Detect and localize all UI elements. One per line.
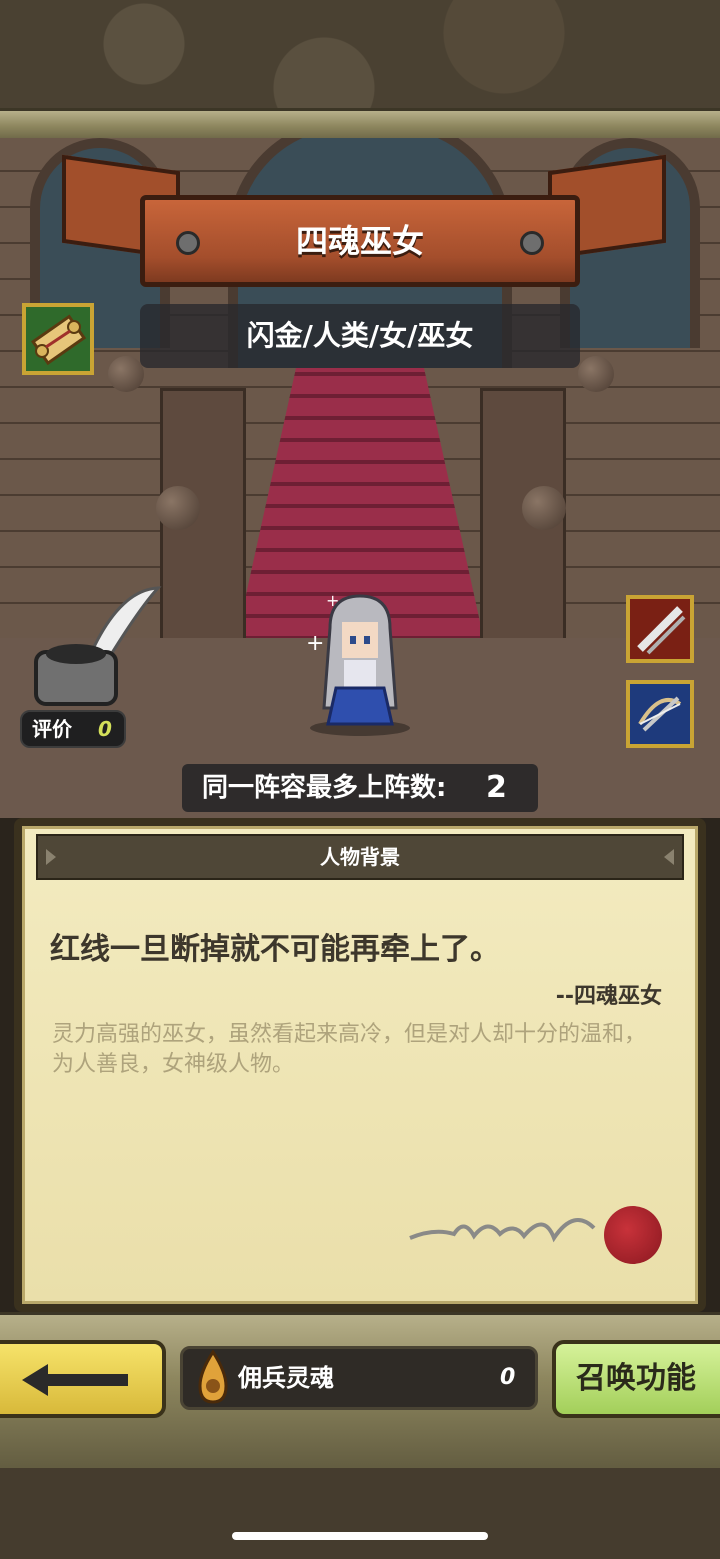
hero-description: 灵力高强的巫女，虽然看起来高冷，但是对人却十分的温和，为人善良，女神级人物。 — [52, 1022, 647, 1077]
lore-scroll-button[interactable] — [22, 303, 94, 375]
quote-author: --四魂巫女 — [555, 984, 662, 1009]
hero-sprite: + + — [306, 591, 410, 736]
svg-text:+: + — [306, 631, 324, 656]
rating-label: 评价 — [32, 717, 72, 741]
deploy-limit-value: 2 — [486, 770, 507, 805]
soul-currency-value: 0 — [500, 1365, 516, 1390]
quill-inkwell-icon — [34, 586, 162, 706]
rail-post-right — [522, 486, 566, 530]
signature-icon — [409, 1218, 596, 1243]
svg-text:+: + — [326, 591, 339, 610]
bottom-map-background — [0, 1468, 720, 1559]
scroll-icon — [31, 314, 87, 366]
soul-currency-bar — [180, 1346, 538, 1410]
top-map-background — [0, 0, 720, 110]
soul-flame-icon — [198, 1350, 228, 1404]
summon-button-label: 召唤功能 — [576, 1361, 696, 1396]
rail-post-right-top — [578, 356, 614, 392]
wax-seal-icon — [604, 1206, 662, 1264]
hero-quote: 红线一旦断掉就不可能再牵上了。 — [50, 932, 500, 967]
hero-name: 四魂巫女 — [295, 222, 424, 260]
hero-traits: 闪金/人类/女/巫女 — [246, 319, 474, 352]
panel-title: 人物背景 — [320, 845, 400, 869]
back-button[interactable] — [0, 1340, 166, 1418]
soul-currency-label: 佣兵灵魂 — [238, 1364, 334, 1392]
deploy-limit-label: 同一阵容最多上阵数: — [202, 773, 447, 803]
skill-crossbow-button[interactable] — [626, 680, 694, 748]
rating-value: 0 — [98, 717, 112, 741]
arrow-left-icon — [22, 1364, 128, 1396]
slash-icon — [637, 606, 686, 655]
rail-post-left-top — [108, 356, 144, 392]
crossbow-icon — [638, 696, 682, 732]
skill-slash-button[interactable] — [626, 595, 694, 663]
home-indicator[interactable] — [232, 1532, 488, 1540]
rail-post-left — [156, 486, 200, 530]
